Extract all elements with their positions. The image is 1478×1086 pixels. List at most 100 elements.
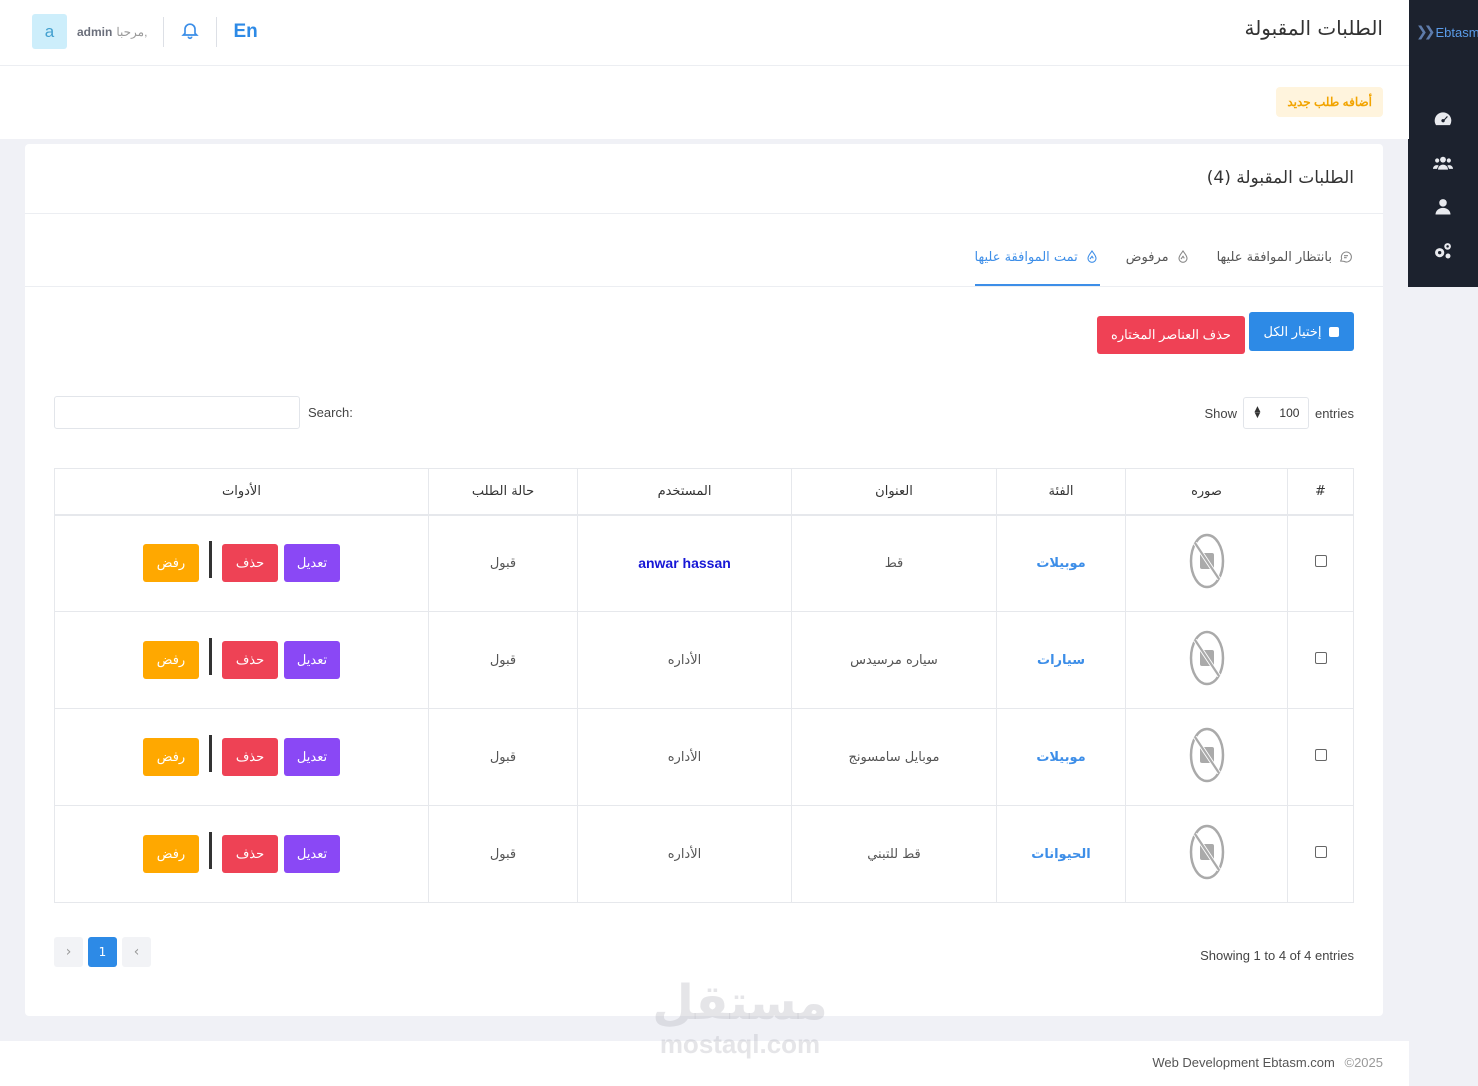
title-cell: قط [791, 514, 997, 612]
reject-button[interactable]: رفض [143, 835, 199, 873]
sidebar-item-profile[interactable] [1426, 194, 1460, 220]
divider [25, 213, 1383, 214]
tools-separator [209, 734, 212, 772]
search-box: Search: [54, 396, 353, 429]
pagination-next[interactable]: ‹ [122, 937, 151, 967]
entries-select[interactable]: ▲ ▼ 100 [1242, 397, 1309, 429]
tab-rejected[interactable]: مرفوض [1126, 230, 1191, 286]
sidebar-item-users[interactable] [1426, 150, 1460, 176]
chevrons-left-icon[interactable]: ❯❯ [1416, 24, 1436, 40]
category-cell[interactable]: الحيوانات [996, 805, 1126, 903]
footer-credit: Web Development Ebtasm.com ©2025 [1152, 1055, 1383, 1070]
delete-button[interactable]: حذف [222, 641, 278, 679]
column-header[interactable]: العنوان [791, 468, 997, 516]
card-title: الطلبات المقبولة (4) [1206, 168, 1354, 188]
sidebar: ❯❯ Ebtasm [1408, 0, 1478, 287]
row-checkbox[interactable] [1314, 555, 1327, 568]
title-cell: قط للتبني [791, 805, 997, 903]
language-switch[interactable]: En [233, 21, 257, 43]
tab-approved[interactable]: تمت الموافقة عليها [974, 230, 1100, 286]
sidebar-brand[interactable]: ❯❯ Ebtasm [1408, 0, 1478, 64]
select-all-button[interactable]: إختيار الكل [1249, 312, 1354, 351]
reject-button[interactable]: رفض [143, 544, 199, 583]
column-header[interactable]: الفئة [996, 468, 1126, 516]
status-cell: قبول [428, 805, 578, 903]
add-new-request-button[interactable]: أضافه طلب جديد [1276, 87, 1383, 117]
table-row: الحيوانات قط للتبني الأداره قبول رفض حذف تعديل [54, 805, 1354, 903]
delete-button[interactable]: حذف [222, 835, 278, 873]
item-image [1189, 533, 1225, 589]
tools-separator [209, 637, 212, 675]
tab-label: تمت الموافقة عليها [974, 249, 1078, 265]
avatar[interactable]: a [32, 14, 67, 49]
status-cell: قبول [428, 611, 578, 709]
user-cell[interactable]: anwar hassan [577, 514, 792, 612]
chat-icon [1339, 251, 1352, 263]
checkbox-icon [1329, 326, 1340, 337]
pagination: › 1 ‹ [54, 937, 151, 967]
category-cell[interactable]: سيارات [996, 611, 1126, 709]
status-cell: قبول [428, 708, 578, 806]
top-header: a admin مرحبا, En الطلبات المقبولة [0, 0, 1409, 66]
pagination-page[interactable]: 1 [88, 937, 117, 967]
entries-length: Show ▲ ▼ 100 entries [1204, 397, 1354, 429]
brand-name: Ebtasm [1435, 24, 1478, 40]
tools-cell: رفض حذف تعديل [54, 514, 429, 612]
search-input[interactable] [54, 396, 300, 429]
no-image-icon [1189, 534, 1224, 589]
item-image [1189, 630, 1225, 686]
user-greeting[interactable]: admin مرحبا, [77, 25, 147, 39]
column-header[interactable]: # [1287, 468, 1354, 516]
action-bar: أضافه طلب جديد [0, 66, 1409, 139]
sidebar-item-dashboard[interactable] [1426, 106, 1460, 132]
edit-button[interactable]: تعديل [284, 544, 340, 583]
delete-button[interactable]: حذف [222, 544, 278, 583]
no-image-icon [1189, 630, 1224, 686]
delete-selected-button[interactable]: حذف العناصر المختاره [1097, 316, 1245, 354]
pagination-previous[interactable]: › [54, 937, 83, 967]
row-select-cell [1287, 805, 1354, 903]
category-cell[interactable]: موبيلات [996, 708, 1126, 806]
no-image-icon [1189, 824, 1224, 880]
row-select-cell [1287, 708, 1354, 806]
title-cell: سياره مرسيدس [791, 611, 997, 709]
table-row: موبيلات موبايل سامسونج الأداره قبول رفض حذف تع… [54, 708, 1354, 806]
row-checkbox[interactable] [1314, 652, 1327, 664]
delete-button[interactable]: حذف [222, 738, 278, 776]
entries-show-label: Show [1204, 405, 1237, 421]
title-cell: موبايل سامسونج [791, 708, 997, 806]
column-header[interactable]: صوره [1125, 468, 1288, 516]
edit-button[interactable]: تعديل [284, 835, 340, 873]
row-checkbox[interactable] [1314, 749, 1327, 761]
row-checkbox[interactable] [1314, 846, 1327, 858]
bell-icon [181, 22, 200, 39]
row-select-cell [1287, 514, 1354, 612]
drop-icon [1178, 250, 1188, 263]
table-header-row: # صوره الفئة العنوان المستخدم حالة الطلب… [54, 468, 1354, 516]
sidebar-item-settings[interactable] [1426, 238, 1460, 264]
user-menu[interactable]: a admin مرحبا, En [32, 14, 258, 49]
edit-button[interactable]: تعديل [284, 738, 340, 776]
reject-button[interactable]: رفض [143, 738, 199, 776]
tools-separator [209, 540, 212, 578]
edit-button[interactable]: تعديل [284, 641, 340, 679]
column-header[interactable]: الأدوات [54, 468, 429, 516]
category-cell[interactable]: موبيلات [996, 514, 1126, 612]
column-header[interactable]: المستخدم [577, 468, 792, 516]
column-header[interactable]: حالة الطلب [428, 468, 578, 516]
notifications-button[interactable] [180, 20, 200, 44]
image-cell [1125, 805, 1288, 903]
user-cell: الأداره [577, 805, 792, 903]
tab-pending[interactable]: بانتظار الموافقة عليها [1217, 230, 1354, 286]
footer-year: ©2025 [1344, 1055, 1384, 1070]
header-divider [216, 16, 218, 47]
image-cell [1125, 708, 1288, 806]
item-image [1189, 824, 1225, 880]
reject-button[interactable]: رفض [143, 641, 199, 679]
image-cell [1125, 514, 1288, 612]
requests-table: # صوره الفئة العنوان المستخدم حالة الطلب… [54, 468, 1354, 903]
user-cell: الأداره [577, 611, 792, 709]
sort-arrows-icon: ▲ ▼ [1252, 404, 1263, 421]
row-select-cell [1287, 611, 1354, 709]
footer-company[interactable]: Web Development Ebtasm.com [1152, 1055, 1335, 1070]
